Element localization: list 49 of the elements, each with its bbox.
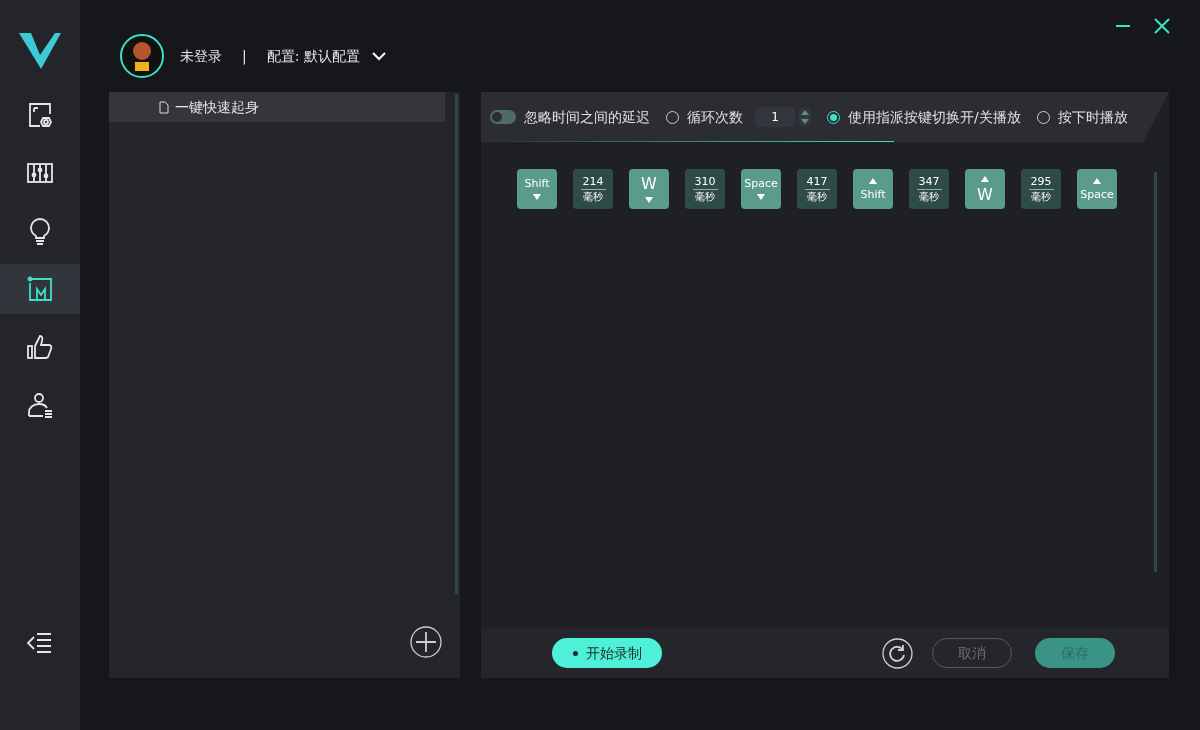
delay-unit: 毫秒 <box>695 189 715 204</box>
delay-unit: 毫秒 <box>1031 189 1051 204</box>
thumbs-up-icon <box>26 333 54 361</box>
app-logo-icon <box>19 33 61 69</box>
key-label: Shift <box>524 178 550 189</box>
user-status[interactable]: 未登录 <box>180 45 222 67</box>
key-label: Shift <box>860 189 886 200</box>
option-label: 循环次数 <box>687 107 743 127</box>
delay-unit: 毫秒 <box>807 189 827 204</box>
scrollbar[interactable] <box>455 94 458 594</box>
scrollbar[interactable] <box>1154 172 1157 572</box>
collapse-menu-icon[interactable] <box>27 632 53 654</box>
close-icon[interactable] <box>1154 18 1170 34</box>
delay-tile[interactable]: 295 毫秒 <box>1021 169 1061 209</box>
sidebar-item[interactable] <box>0 264 80 314</box>
key-label: W <box>641 175 657 192</box>
delay-value: 347 <box>916 174 942 190</box>
delay-value: 310 <box>692 174 718 190</box>
delay-tile[interactable]: 347 毫秒 <box>909 169 949 209</box>
macro-list-item[interactable]: 一键快速起身 <box>109 92 445 122</box>
delay-tile[interactable]: 310 毫秒 <box>685 169 725 209</box>
start-recording-button[interactable]: 开始录制 <box>552 638 662 668</box>
user-list-icon <box>26 391 54 419</box>
profile-dropdown[interactable]: 配置: 默认配置 <box>266 45 386 67</box>
delay-value: 417 <box>804 174 830 190</box>
key-label: W <box>977 186 993 203</box>
screen-settings-icon <box>26 101 54 129</box>
toggle-switch[interactable] <box>490 110 516 124</box>
refresh-icon[interactable] <box>882 637 913 669</box>
macro-name: 一键快速起身 <box>175 97 259 117</box>
macro-icon <box>26 275 54 303</box>
key-label: Space <box>744 178 778 189</box>
loop-count-field[interactable]: 1 <box>755 107 795 127</box>
option-label: 按下时播放 <box>1057 107 1128 127</box>
spinner-arrows-icon[interactable] <box>799 108 811 126</box>
chevron-down-icon <box>371 51 386 61</box>
delay-value: 295 <box>1028 174 1054 190</box>
option-label: 忽略时间之间的延迟 <box>524 107 650 127</box>
delay-value: 214 <box>580 174 606 190</box>
header-separator: | <box>242 46 247 67</box>
delay-unit: 毫秒 <box>583 189 603 204</box>
key-label: Space <box>1080 189 1114 200</box>
delay-tile[interactable]: 417 毫秒 <box>797 169 837 209</box>
option-label: 使用指派按键切换开/关播放 <box>848 107 1021 127</box>
avatar[interactable] <box>120 34 164 78</box>
delay-tile[interactable]: 214 毫秒 <box>573 169 613 209</box>
document-icon <box>159 100 169 114</box>
delay-unit: 毫秒 <box>919 189 939 204</box>
add-circle-icon[interactable] <box>410 626 442 658</box>
